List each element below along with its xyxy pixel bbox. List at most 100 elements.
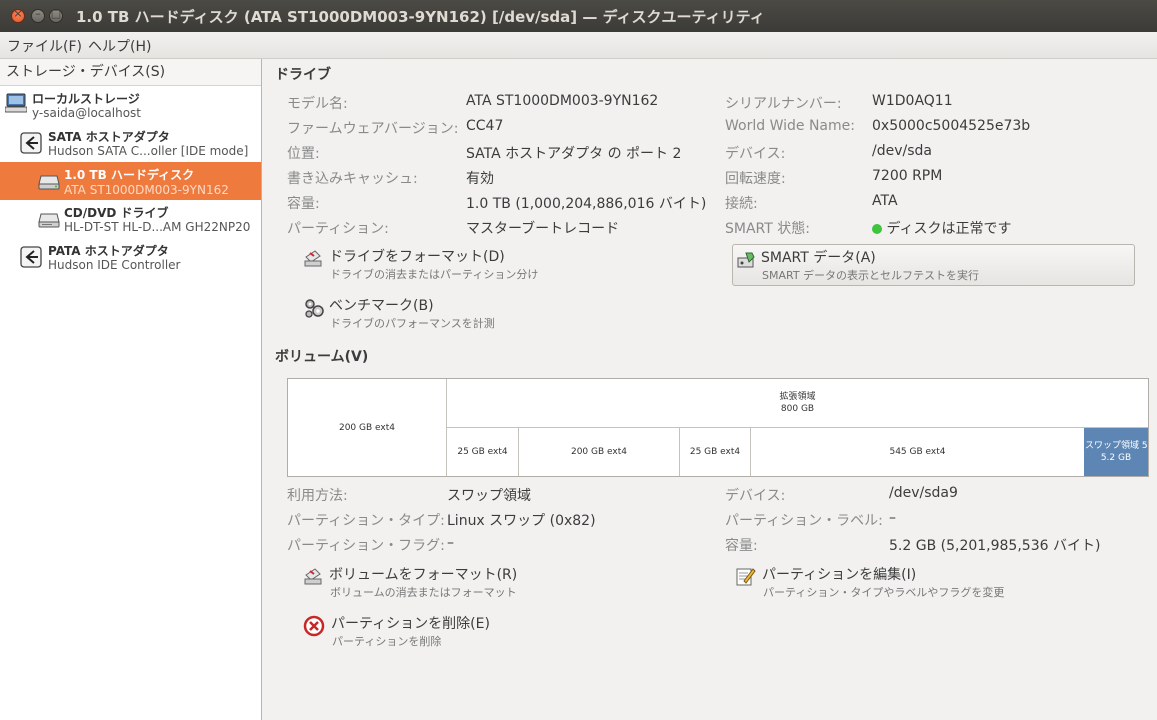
volume-segment-label: 25 GB ext4 [689,447,741,457]
drive-serial-label: シリアルナンバー: [725,96,842,112]
format-icon [304,250,322,267]
volume-segment[interactable]: 200 GB ext4 [288,379,447,476]
sidebar-item-subtitle: HL-DT-ST HL-D...AM GH22NP20 [64,220,251,234]
sidebar-item-subtitle: Hudson IDE Controller [48,258,181,272]
close-window-button[interactable]: × [11,7,25,23]
partition-type-label: パーティション・タイプ: [287,513,445,529]
computer-icon [5,93,27,113]
edit-partition-title: パーティションを編集(I) [762,567,917,583]
benchmark-subtitle: ドライブのパフォーマンスを計測 [330,317,495,330]
delete-partition-title: パーティションを削除(E) [331,616,490,632]
format-drive-subtitle: ドライブの消去またはパーティション分け [330,268,539,281]
benchmark-title: ベンチマーク(B) [329,298,434,314]
partition-label-label: パーティション・ラベル: [725,513,883,529]
drive-section-title: ドライブ [275,67,331,83]
volume-segment-label: 200 GB ext4 [570,447,627,457]
menu-bar: ファイル(F) ヘルプ(H) [0,32,1157,59]
smart-status-label: SMART 状態: [725,221,810,237]
sidebar-item-pata-adapter[interactable]: PATA ホストアダプタ Hudson IDE Controller [0,240,261,276]
delete-partition-action[interactable]: パーティションを削除(E) パーティションを削除 [303,613,603,649]
menu-file[interactable]: ファイル(F) [7,36,82,56]
smart-data-title: SMART データ(A) [761,250,876,266]
drive-capacity-label: 容量: [287,196,320,212]
volume-map: 200 GB ext4 拡張領域 800 GB 25 GB ext4 200 G… [287,378,1149,477]
partition-type-value: Linux スワップ (0x82) [447,513,596,529]
sidebar-item-subtitle: ATA ST1000DM003-9YN162 [64,183,229,197]
volume-segment-label: 200 GB ext4 [338,422,395,433]
edit-partition-subtitle: パーティション・タイプやラベルやフラグを変更 [763,586,1005,599]
maximize-window-button[interactable]: □ [49,7,63,23]
format-drive-title: ドライブをフォーマット(D) [329,249,505,265]
format-drive-action[interactable]: ドライブをフォーマット(D) ドライブの消去またはパーティション分け [303,246,603,282]
sidebar-item-optical-drive[interactable]: CD/DVD ドライブ HL-DT-ST HL-D...AM GH22NP20 [0,202,261,238]
volume-capacity-value: 5.2 GB (5,201,985,536 バイト) [889,538,1101,554]
storage-devices-sidebar: ストレージ・デバイス(S) ローカルストレージ y-saida@localhos… [0,59,262,720]
drive-partitioning-value: マスターブートレコード [466,221,620,237]
volume-segment-label: 25 GB ext4 [457,447,508,457]
volume-segment-label: 545 GB ext4 [889,447,946,457]
menu-help[interactable]: ヘルプ(H) [88,36,151,56]
extended-partition-size: 800 GB [780,404,815,414]
main-panel: ドライブ モデル名: ATA ST1000DM003-9YN162 ファームウェ… [263,59,1157,720]
volume-capacity-label: 容量: [725,538,758,554]
sidebar-item-title: SATA ホストアダプタ [48,130,170,144]
drive-firmware-label: ファームウェアバージョン: [287,121,459,137]
volume-segment[interactable]: 25 GB ext4 [680,428,751,476]
sidebar-item-local-storage[interactable]: ローカルストレージ y-saida@localhost [0,88,261,124]
smart-icon [737,252,755,268]
drive-connection-label: 接続: [725,196,758,212]
volume-usage-label: 利用方法: [287,488,348,504]
format-volume-action[interactable]: ボリュームをフォーマット(R) ボリュームの消去またはフォーマット [303,564,603,600]
drive-model-value: ATA ST1000DM003-9YN162 [466,93,659,109]
volume-segment[interactable]: 545 GB ext4 [751,428,1084,476]
drive-wwn-value: 0x5000c5004525e73b [872,118,1031,134]
drive-wwn-label: World Wide Name: [725,118,855,134]
volume-segment-size: 5.2 GB [1100,453,1132,463]
harddisk-icon [38,175,60,190]
sidebar-item-title: CD/DVD ドライブ [64,206,169,220]
smart-data-button[interactable]: SMART データ(A) SMART データの表示とセルフテストを実行 [732,244,1135,286]
drive-device-value: /dev/sda [872,143,932,159]
sidebar-item-title: 1.0 TB ハードディスク [64,168,195,182]
smart-data-subtitle: SMART データの表示とセルフテストを実行 [762,269,980,282]
host-adapter-icon [20,246,42,268]
smart-status-text: ディスクは正常です [886,221,1012,237]
format-volume-title: ボリュームをフォーマット(R) [329,567,518,583]
drive-rotation-label: 回転速度: [725,171,786,187]
volume-segment[interactable]: 200 GB ext4 [519,428,680,476]
volumes-section-title: ボリューム(V) [275,349,369,365]
volume-segment-selected[interactable]: スワップ領域 5... 5.2 GB [1084,428,1148,476]
extended-partition-label: 拡張領域 [779,392,816,402]
window-title: 1.0 TB ハードディスク (ATA ST1000DM003-9YN162) … [76,8,765,26]
status-ok-icon [872,224,882,234]
drive-partitioning-label: パーティション: [287,221,389,237]
partition-label-value: – [889,510,896,526]
volume-segment[interactable]: 25 GB ext4 [447,428,519,476]
partition-flags-value: – [447,535,454,551]
minimize-window-button[interactable]: – [31,7,45,23]
sidebar-item-title: ローカルストレージ [32,92,140,106]
edit-icon [736,568,756,586]
sidebar-item-sata-adapter[interactable]: SATA ホストアダプタ Hudson SATA C...oller [IDE … [0,126,261,162]
drive-model-label: モデル名: [287,96,348,112]
title-bar: × – □ 1.0 TB ハードディスク (ATA ST1000DM003-9Y… [0,0,1157,32]
sidebar-item-subtitle: y-saida@localhost [32,106,141,120]
sidebar-header: ストレージ・デバイス(S) [0,59,261,86]
minimize-icon: – [35,7,41,20]
host-adapter-icon [20,132,42,154]
sidebar-item-harddisk[interactable]: 1.0 TB ハードディスク ATA ST1000DM003-9YN162 [0,162,261,200]
volume-device-label: デバイス: [725,488,786,504]
drive-capacity-value: 1.0 TB (1,000,204,886,016 バイト) [466,196,707,212]
drive-write-cache-value: 有効 [466,171,494,187]
drive-serial-value: W1D0AQ11 [872,93,953,109]
drive-device-label: デバイス: [725,146,786,162]
partition-flags-label: パーティション・フラグ: [287,538,445,554]
delete-partition-subtitle: パーティションを削除 [332,635,442,648]
extended-partition-segment[interactable]: 拡張領域 800 GB [447,379,1148,428]
maximize-icon: □ [50,7,62,20]
benchmark-action[interactable]: ベンチマーク(B) ドライブのパフォーマンスを計測 [303,295,603,331]
format-icon [304,568,322,585]
format-volume-subtitle: ボリュームの消去またはフォーマット [330,586,517,599]
edit-partition-action[interactable]: パーティションを編集(I) パーティション・タイプやラベルやフラグを変更 [736,564,1076,600]
drive-rotation-value: 7200 RPM [872,168,943,184]
